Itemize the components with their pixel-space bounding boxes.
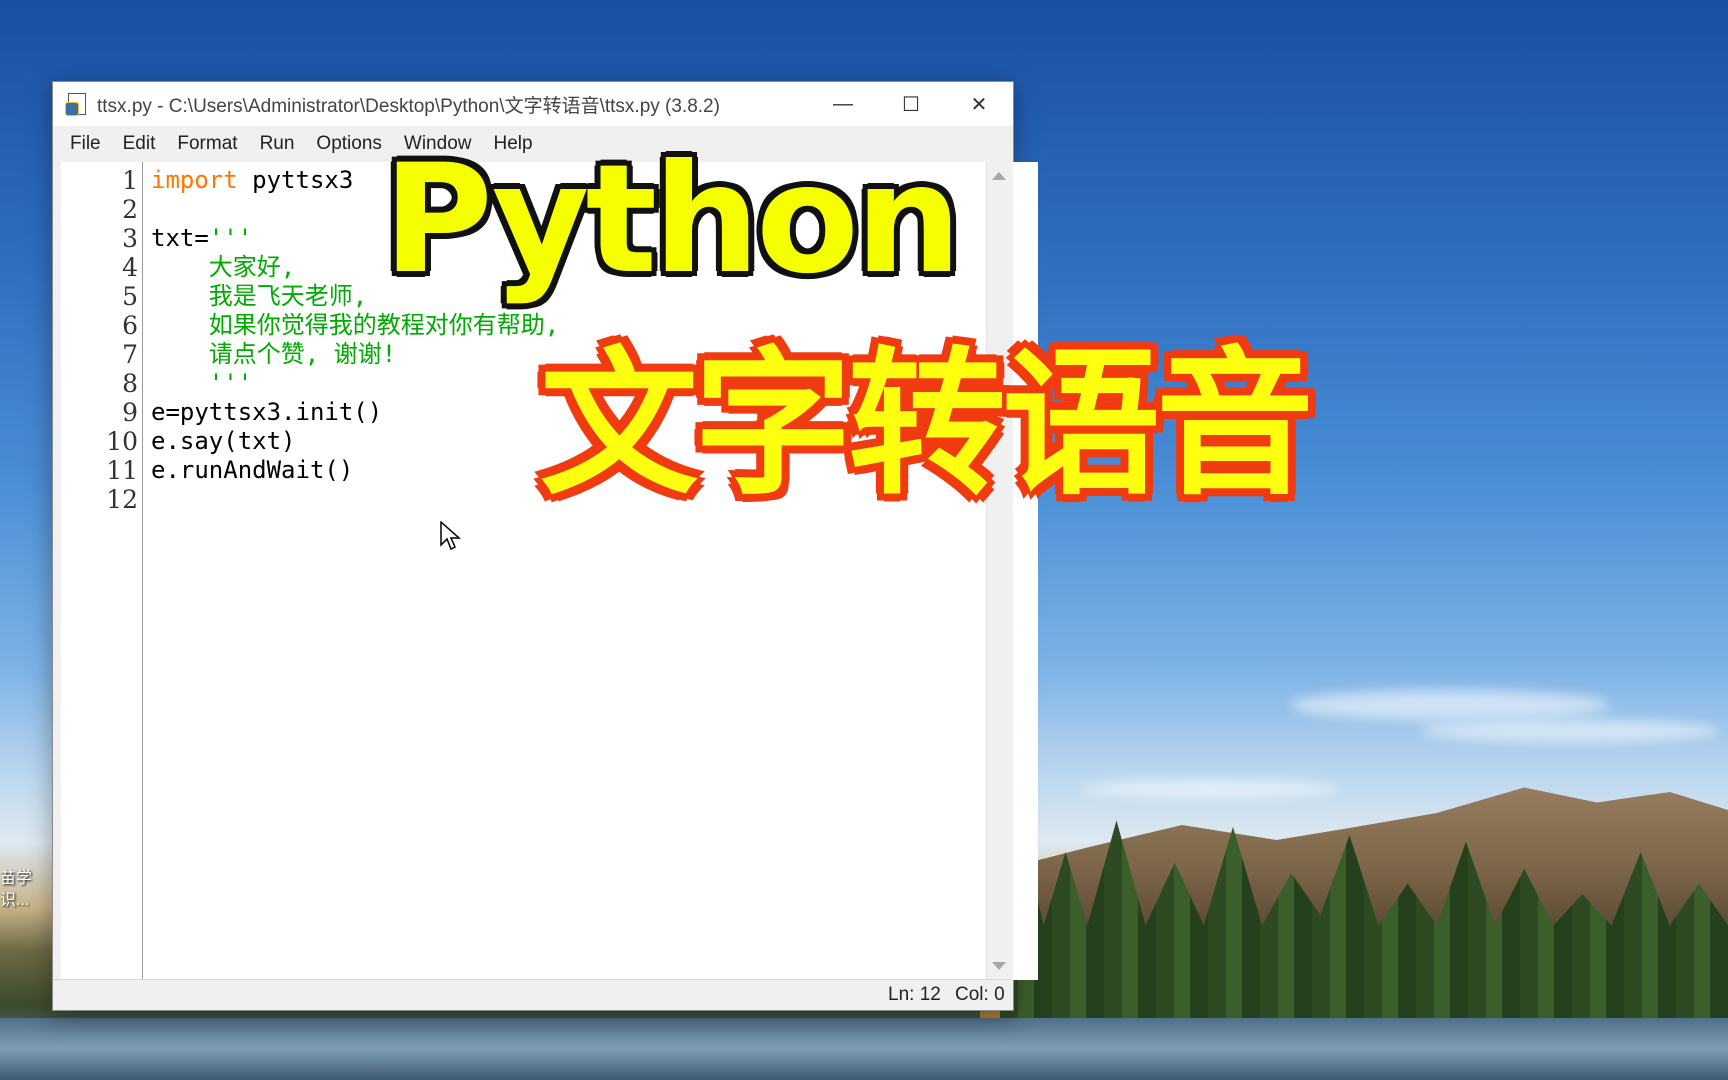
line-number: 10 [106, 427, 138, 456]
status-bar: Ln: 12 Col: 0 [53, 979, 1011, 1010]
line-number: 7 [122, 340, 138, 369]
maximize-icon: ☐ [902, 93, 920, 116]
code-line-11: e.runAndWait() [151, 456, 354, 484]
status-col: Col: 0 [955, 984, 1005, 1005]
maximize-button[interactable]: ☐ [877, 82, 945, 126]
cloud [1080, 780, 1340, 798]
cloud [1420, 720, 1720, 742]
code-line-7: 请点个赞, 谢谢! [151, 340, 397, 368]
close-button[interactable]: ✕ [945, 82, 1013, 126]
code-text: pyttsx3 [237, 166, 354, 194]
line-number: 6 [122, 311, 138, 340]
code-line-10: e.say(txt) [151, 427, 296, 455]
menu-file[interactable]: File [59, 126, 112, 162]
line-number: 11 [106, 456, 138, 485]
code-line-6: 如果你觉得我的教程对你有帮助, [151, 311, 560, 339]
line-number: 3 [122, 224, 138, 253]
minimize-icon: — [833, 92, 853, 115]
line-number: 1 [122, 166, 138, 195]
string-literal: ''' [208, 224, 253, 252]
code-line-1: import pyttsx3 [151, 166, 353, 195]
keyword-import: import [151, 166, 238, 194]
overlay-title-python: Python [383, 133, 962, 307]
code-line-9: e=pyttsx3.init() [151, 398, 383, 426]
line-number: 5 [122, 282, 138, 311]
scroll-down-icon[interactable] [992, 962, 1006, 970]
cloud [1290, 690, 1610, 720]
code-line-3: txt=''' [151, 224, 252, 253]
status-line: Ln: 12 [888, 984, 941, 1005]
menu-options[interactable]: Options [305, 126, 392, 162]
overlay-title-tts: 文字转语音 [540, 333, 1314, 517]
vertical-scrollbar[interactable] [986, 162, 1013, 980]
close-icon: ✕ [970, 93, 988, 116]
desktop-icon-label-line2: 识... [0, 892, 30, 909]
code-text: txt= [151, 224, 209, 252]
window-controls: — ☐ ✕ [809, 82, 1013, 126]
python-file-icon [65, 92, 89, 116]
line-number: 9 [122, 398, 138, 427]
scroll-up-icon[interactable] [992, 172, 1006, 180]
minimize-button[interactable]: — [809, 82, 877, 126]
line-number: 2 [122, 195, 138, 224]
line-number-gutter: 1 2 3 4 5 6 7 8 9 10 11 12 [61, 162, 143, 980]
menu-edit[interactable]: Edit [112, 126, 167, 162]
line-number: 8 [122, 369, 138, 398]
window-title: ttsx.py - C:\Users\Administrator\Desktop… [97, 95, 720, 117]
mouse-pointer-icon [440, 521, 461, 551]
title-bar[interactable]: ttsx.py - C:\Users\Administrator\Desktop… [53, 82, 1013, 126]
code-line-8: ''' [151, 369, 253, 397]
lake [0, 1018, 1728, 1080]
code-line-5: 我是飞天老师, [151, 282, 368, 310]
code-line-4: 大家好, [151, 253, 296, 281]
desktop-icon-label-line1: 苗学 [0, 870, 33, 887]
desktop-icon-label[interactable]: 苗学 识... [0, 868, 32, 912]
menu-format[interactable]: Format [166, 126, 248, 162]
line-number: 12 [106, 485, 138, 514]
line-number: 4 [122, 253, 138, 282]
menu-run[interactable]: Run [249, 126, 306, 162]
